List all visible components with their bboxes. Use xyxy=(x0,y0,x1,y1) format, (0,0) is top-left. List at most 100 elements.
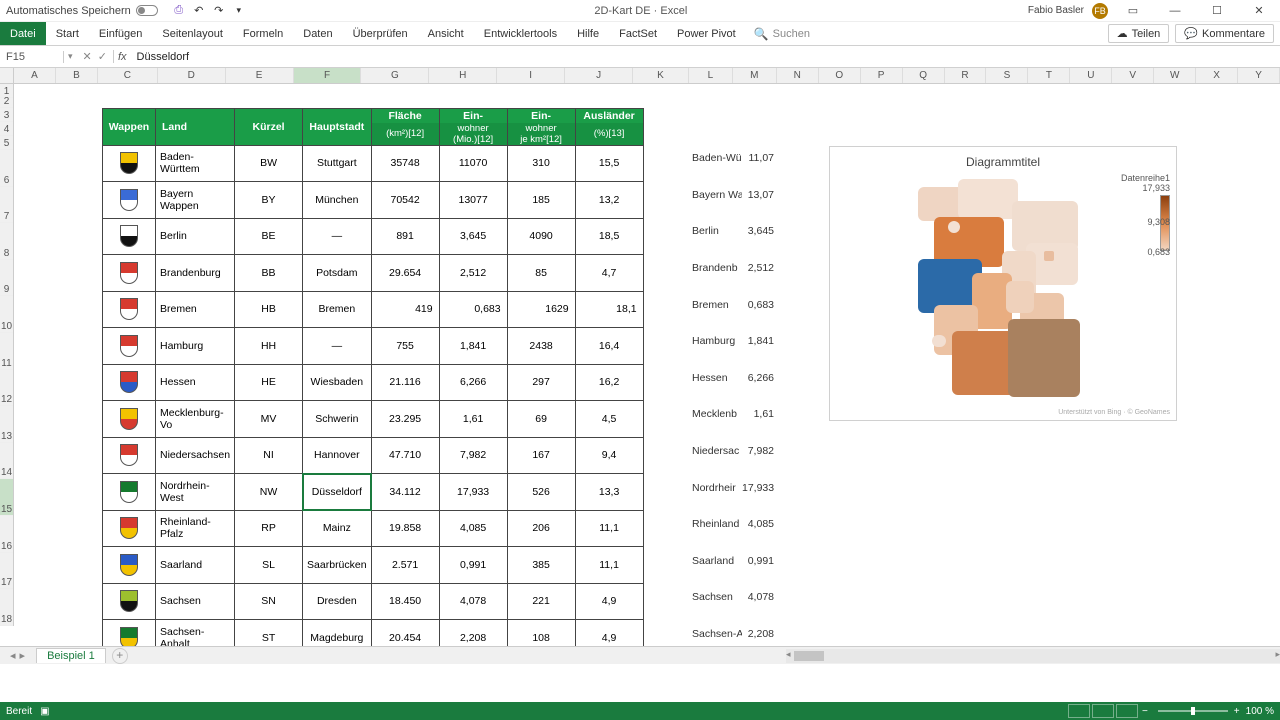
table-row[interactable]: Baden-WürttemBWStuttgart357481107031015,… xyxy=(103,145,644,182)
table-row[interactable]: SaarlandSLSaarbrücken2.5710,99138511,1 xyxy=(103,547,644,584)
row-18[interactable]: 18 xyxy=(0,589,13,626)
sheet-nav[interactable]: ◂▸ xyxy=(0,649,35,662)
namebox-dropdown-icon[interactable]: ▾ xyxy=(64,51,77,62)
row-9[interactable]: 9 xyxy=(0,260,13,297)
enter-formula-icon[interactable]: ✓ xyxy=(98,50,107,63)
row-14[interactable]: 14 xyxy=(0,443,13,480)
tab-überprüfen[interactable]: Überprüfen xyxy=(343,22,418,45)
undo-icon[interactable]: ↶ xyxy=(192,4,206,18)
table-row[interactable]: Nordrhein-WestNWDüsseldorf34.11217,93352… xyxy=(103,474,644,511)
col-N[interactable]: N xyxy=(777,68,819,83)
sheet-tab[interactable]: Beispiel 1 xyxy=(36,648,106,663)
row-4[interactable]: 4 xyxy=(0,122,13,136)
tab-seitenlayout[interactable]: Seitenlayout xyxy=(152,22,233,45)
table-row[interactable]: SachsenSNDresden18.4504,0782214,9 xyxy=(103,583,644,620)
tab-daten[interactable]: Daten xyxy=(293,22,342,45)
tab-power pivot[interactable]: Power Pivot xyxy=(667,22,746,45)
row-12[interactable]: 12 xyxy=(0,370,13,407)
row-11[interactable]: 11 xyxy=(0,333,13,370)
map-chart[interactable]: Diagrammtitel Datenreihe1 17,933 9,308 0… xyxy=(829,146,1177,421)
row-13[interactable]: 13 xyxy=(0,406,13,443)
row-3[interactable]: 3 xyxy=(0,108,13,122)
col-A[interactable]: A xyxy=(14,68,56,83)
col-I[interactable]: I xyxy=(497,68,565,83)
col-B[interactable]: B xyxy=(56,68,98,83)
tab-datei[interactable]: Datei xyxy=(0,22,46,45)
tab-factset[interactable]: FactSet xyxy=(609,22,667,45)
col-X[interactable]: X xyxy=(1196,68,1238,83)
data-table[interactable]: Wappen Land Kürzel Hauptstadt Fläche Ein… xyxy=(102,108,644,657)
col-O[interactable]: O xyxy=(819,68,861,83)
ribbon-mode-icon[interactable]: ▭ xyxy=(1116,0,1150,22)
cancel-formula-icon[interactable]: ✕ xyxy=(83,50,92,63)
col-M[interactable]: M xyxy=(733,68,777,83)
table-row[interactable]: HessenHEWiesbaden21.1166,26629716,2 xyxy=(103,364,644,401)
redo-icon[interactable]: ↷ xyxy=(212,4,226,18)
row-6[interactable]: 6 xyxy=(0,150,13,187)
comments-button[interactable]: 💬Kommentare xyxy=(1175,24,1274,43)
select-all-corner[interactable] xyxy=(0,68,14,84)
record-macro-icon[interactable]: ▣ xyxy=(40,706,49,717)
tab-start[interactable]: Start xyxy=(46,22,89,45)
col-S[interactable]: S xyxy=(986,68,1028,83)
col-Q[interactable]: Q xyxy=(903,68,945,83)
autosave-toggle[interactable]: Automatisches Speichern xyxy=(0,5,164,17)
name-box[interactable]: F15 xyxy=(0,51,64,63)
view-buttons[interactable] xyxy=(1068,704,1138,718)
col-Y[interactable]: Y xyxy=(1238,68,1280,83)
tab-entwicklertools[interactable]: Entwicklertools xyxy=(474,22,567,45)
row-16[interactable]: 16 xyxy=(0,516,13,553)
tell-me-search[interactable]: 🔍 Suchen xyxy=(754,22,1108,45)
row-headers[interactable]: 123456789101112131415161718 xyxy=(0,84,14,626)
zoom-level[interactable]: 100 % xyxy=(1246,706,1274,717)
zoom-slider[interactable] xyxy=(1158,710,1228,712)
grid[interactable]: ABCDEFGHIJKLMNOPQRSTUVWXY 12 34567891011 1… xyxy=(0,68,1280,682)
tab-formeln[interactable]: Formeln xyxy=(233,22,293,45)
row-17[interactable]: 17 xyxy=(0,553,13,590)
col-H[interactable]: H xyxy=(429,68,497,83)
maximize-button[interactable]: ☐ xyxy=(1200,0,1234,22)
table-row[interactable]: Bayern WappenBYMünchen705421307718513,2 xyxy=(103,182,644,219)
tab-ansicht[interactable]: Ansicht xyxy=(418,22,474,45)
row-15[interactable]: 15 xyxy=(0,479,13,516)
fx-icon[interactable]: fx xyxy=(114,51,131,63)
tab-einfügen[interactable]: Einfügen xyxy=(89,22,152,45)
zoom-out-icon[interactable]: − xyxy=(1142,706,1148,717)
col-E[interactable]: E xyxy=(226,68,294,83)
col-G[interactable]: G xyxy=(361,68,429,83)
col-R[interactable]: R xyxy=(945,68,987,83)
col-J[interactable]: J xyxy=(565,68,633,83)
table-row[interactable]: BrandenburgBBPotsdam29.6542,512854,7 xyxy=(103,255,644,292)
qat-dropdown-icon[interactable]: ▾ xyxy=(232,4,246,18)
col-C[interactable]: C xyxy=(98,68,158,83)
col-K[interactable]: K xyxy=(633,68,689,83)
formula-input[interactable]: Düsseldorf xyxy=(131,51,1280,63)
col-F[interactable]: F xyxy=(294,68,362,83)
h-scrollbar[interactable]: ◂▸ xyxy=(786,649,1280,663)
minimize-button[interactable]: — xyxy=(1158,0,1192,22)
row-8[interactable]: 8 xyxy=(0,223,13,260)
col-P[interactable]: P xyxy=(861,68,903,83)
col-V[interactable]: V xyxy=(1112,68,1154,83)
zoom-in-icon[interactable]: + xyxy=(1234,706,1240,717)
row-10[interactable]: 10 xyxy=(0,296,13,333)
row-7[interactable]: 7 xyxy=(0,187,13,224)
column-headers[interactable]: ABCDEFGHIJKLMNOPQRSTUVWXY xyxy=(14,68,1280,84)
col-L[interactable]: L xyxy=(689,68,733,83)
table-row[interactable]: BremenHBBremen4190,683162918,1 xyxy=(103,291,644,328)
row-5[interactable]: 5 xyxy=(0,136,13,150)
col-T[interactable]: T xyxy=(1028,68,1070,83)
avatar[interactable]: FB xyxy=(1092,3,1108,19)
table-row[interactable]: Mecklenburg-VoMVSchwerin23.2951,61694,5 xyxy=(103,401,644,438)
row-2[interactable]: 2 xyxy=(0,98,13,108)
close-button[interactable]: ✕ xyxy=(1242,0,1276,22)
table-row[interactable]: BerlinBE—8913,645409018,5 xyxy=(103,218,644,255)
add-sheet-button[interactable]: + xyxy=(112,648,128,664)
col-D[interactable]: D xyxy=(158,68,226,83)
table-row[interactable]: Rheinland-PfalzRPMainz19.8584,08520611,1 xyxy=(103,510,644,547)
col-U[interactable]: U xyxy=(1070,68,1112,83)
col-W[interactable]: W xyxy=(1154,68,1196,83)
share-button[interactable]: ☁Teilen xyxy=(1108,24,1170,43)
table-row[interactable]: HamburgHH—7551,841243816,4 xyxy=(103,328,644,365)
tab-hilfe[interactable]: Hilfe xyxy=(567,22,609,45)
